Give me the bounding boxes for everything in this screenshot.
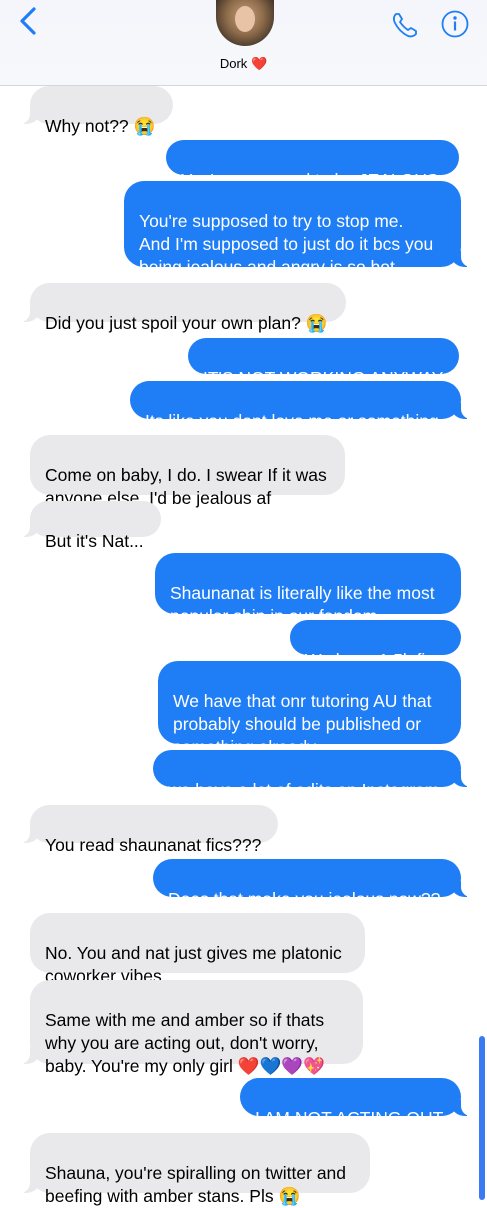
heart-emoji: ❤️: [250, 56, 268, 71]
message-bubble-incoming[interactable]: Come on baby, I do. I swear If it was an…: [30, 435, 345, 508]
message-bubble-outgoing[interactable]: You're supposed to try to stop me. And I…: [124, 181, 471, 277]
message-text: You're supposed to try to stop me. And I…: [139, 211, 434, 277]
phone-icon[interactable]: [390, 10, 420, 40]
message-text: I AM NOT ACTING OUT: [255, 1108, 444, 1128]
message-bubble-outgoing[interactable]: We have 1.5k fics: [290, 620, 461, 670]
message-bubble-outgoing[interactable]: Its like you dont love me or something: [130, 381, 471, 431]
message-bubble-incoming[interactable]: But it's Nat...: [20, 501, 161, 551]
message-bubble-incoming[interactable]: Same with me and amber so if thats why y…: [20, 980, 363, 1076]
message-bubble-outgoing[interactable]: We have that onr tutoring AU that probab…: [158, 661, 461, 757]
contact-avatar[interactable]: [216, 0, 274, 46]
message-bubble-outgoing[interactable]: we have a lot of edits on Instagram: [153, 750, 471, 800]
message-text: we have a lot of edits on Instagram: [168, 780, 440, 800]
message-bubble-incoming[interactable]: Why not?? 😭: [20, 86, 173, 136]
avatar-face: [235, 6, 255, 32]
message-bubble-outgoing[interactable]: Does that make you jealous now??: [153, 859, 471, 909]
message-bubble-incoming[interactable]: Did you just spoil your own plan? 😭: [20, 283, 346, 333]
message-text: You read shaunanat fics???: [45, 835, 262, 855]
message-text: We have that onr tutoring AU that probab…: [173, 691, 432, 757]
message-text: But it's Nat...: [45, 531, 144, 551]
message-bubble-outgoing[interactable]: Shaunanat is literally like the most pop…: [155, 553, 461, 626]
back-chevron-icon[interactable]: [14, 6, 44, 36]
message-text: Same with me and amber so if thats why y…: [45, 1010, 325, 1076]
scrollbar[interactable]: [479, 1036, 485, 1200]
message-text: Did you just spoil your own plan? 😭: [45, 313, 328, 333]
contact-name: Dork: [219, 56, 248, 71]
message-bubble-outgoing[interactable]: You're supposed to be JEALOUS: [166, 140, 459, 190]
message-bubble-incoming[interactable]: You read shaunanat fics???: [20, 805, 278, 855]
message-bubble-outgoing[interactable]: I AM NOT ACTING OUT: [240, 1078, 471, 1128]
message-text: Its like you dont love me or something: [145, 411, 439, 431]
message-bubble-incoming[interactable]: Shauna, you're spiralling on twitter and…: [20, 1133, 370, 1206]
conversation-header: Dork ❤️: [0, 0, 487, 86]
message-text: Why not?? 😭: [45, 116, 156, 136]
info-icon[interactable]: [440, 9, 470, 39]
contact-name-row[interactable]: Dork ❤️: [0, 56, 487, 72]
message-bubble-outgoing[interactable]: IT'S NOT WORKING ANYWAY: [188, 338, 459, 388]
message-bubble-incoming[interactable]: No. You and nat just gives me platonic c…: [30, 913, 365, 986]
message-text: Does that make you jealous now??: [168, 889, 441, 909]
